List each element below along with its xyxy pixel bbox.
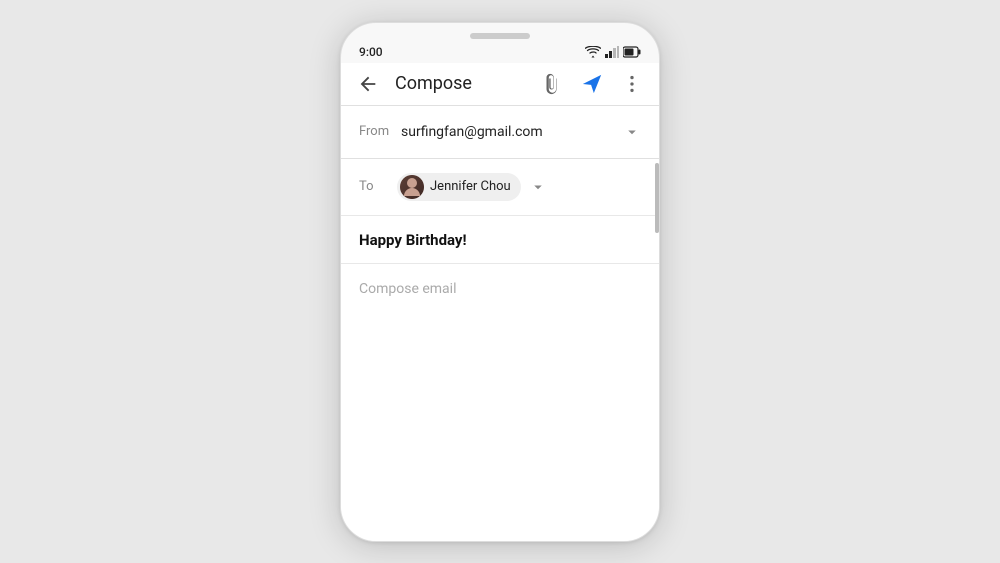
scrollbar[interactable] (655, 163, 659, 233)
status-time: 9:00 (359, 45, 383, 59)
recipient-name: Jennifer Chou (430, 179, 511, 194)
from-label: From (359, 124, 397, 139)
to-chevron-icon (529, 178, 547, 196)
back-button[interactable] (355, 71, 381, 97)
compose-body[interactable]: Compose email (341, 263, 659, 541)
send-button[interactable] (579, 71, 605, 97)
status-icons (585, 46, 641, 58)
avatar (400, 175, 424, 199)
status-bar: 9:00 (341, 39, 659, 63)
phone-frame: 9:00 (340, 22, 660, 542)
attach-button[interactable] (539, 71, 565, 97)
signal-icon (605, 46, 619, 58)
app-bar: Compose (341, 63, 659, 105)
compose-placeholder: Compose email (359, 281, 456, 297)
wifi-icon (585, 46, 601, 58)
more-options-button[interactable] (619, 71, 645, 97)
from-value: surfingfan@gmail.com (401, 124, 615, 140)
from-field-row[interactable]: From surfingfan@gmail.com (341, 106, 659, 158)
to-field-row[interactable]: To Jennifer Chou (341, 159, 659, 215)
battery-icon (623, 46, 641, 58)
app-bar-icons (539, 71, 645, 97)
recipient-chip[interactable]: Jennifer Chou (397, 173, 521, 201)
compose-title: Compose (395, 73, 529, 94)
subject-text: Happy Birthday! (359, 231, 467, 249)
from-chevron-icon (623, 123, 641, 141)
to-label: To (359, 179, 397, 194)
subject-row[interactable]: Happy Birthday! (341, 215, 659, 263)
avatar-image (400, 175, 424, 199)
